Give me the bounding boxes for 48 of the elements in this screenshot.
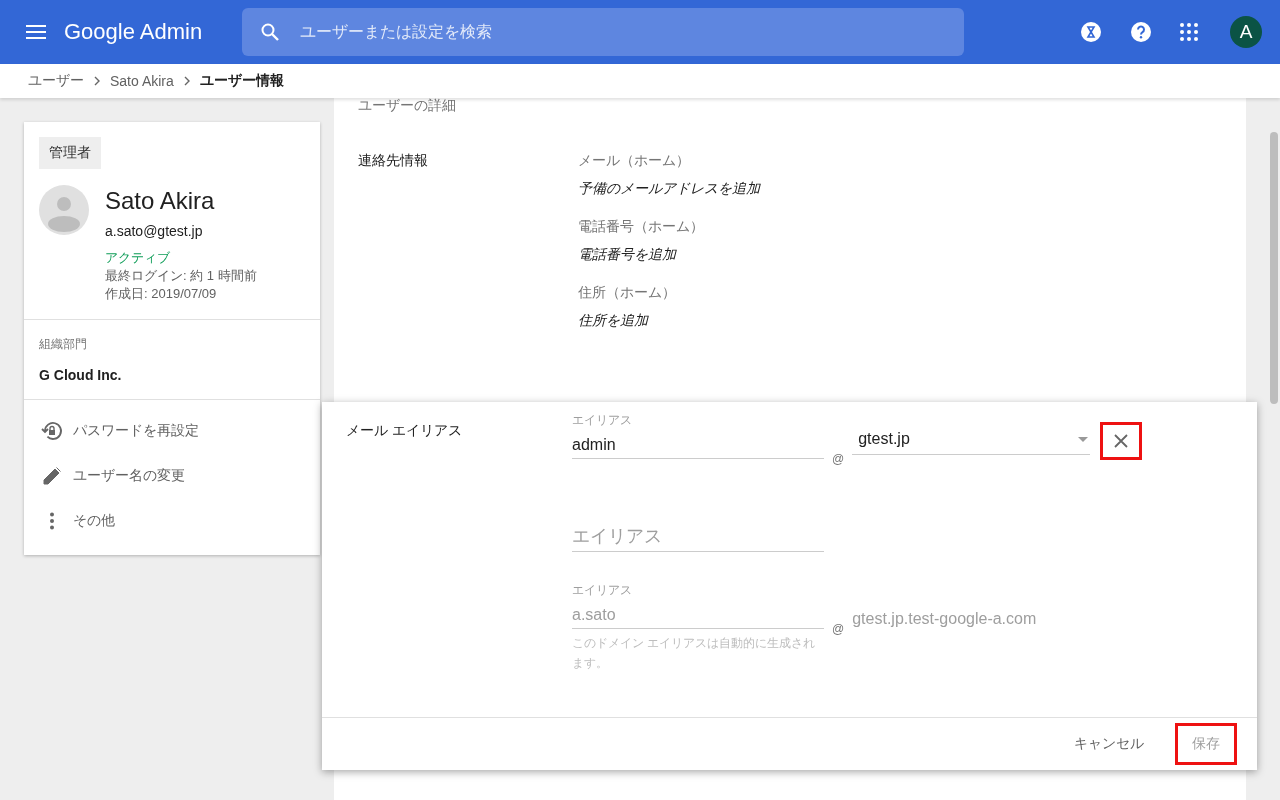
helper-text: このドメイン エイリアスは自動的に生成されます。 [572,635,817,672]
email-alias-label: メール エイリアス [346,422,463,440]
lock-reset-icon [41,419,63,442]
section-title: ユーザーの詳細 [358,98,457,112]
remove-alias-button[interactable] [1100,422,1143,460]
contact-info-label: 連絡先情報 [358,152,429,170]
field-label: メール（ホーム） [578,152,691,170]
action-item[interactable]: ユーザー名の変更 [41,453,320,498]
at-sign: @ [832,452,845,466]
field-label: 電話番号（ホーム） [578,218,705,236]
breadcrumb-link[interactable]: ユーザー [28,72,84,90]
more-vertical-icon [49,511,55,530]
add-field-link[interactable]: 予備のメールアドレスを追加 [578,180,760,198]
alias-input[interactable]: admin [572,428,824,459]
action-item[interactable]: その他 [41,498,320,543]
domain-text: gtest.jp.test-google-a.com [852,610,1037,628]
alias-input: a.sato [572,598,824,629]
domain-dropdown[interactable]: gtest.jp [852,428,1091,455]
action-item[interactable]: パスワードを再設定 [41,408,320,453]
menu-icon[interactable] [26,25,46,39]
close-icon [1114,434,1129,448]
apps-grid-icon[interactable] [1180,23,1198,41]
user-name: Sato Akira [105,186,216,216]
last-login-text: 最終ログイン: 約 1 時間前 [105,267,257,285]
alias-input[interactable]: エイリアス [572,518,824,552]
user-email: a.sato@gtest.jp [105,223,204,239]
status-text: アクティブ [105,249,171,267]
search-field[interactable]: ユーザーまたは設定を検索 [242,8,965,56]
add-field-link[interactable]: 住所を追加 [578,312,760,330]
field-label: エイリアス [572,412,633,428]
pencil-icon [41,465,63,486]
role-badge: 管理者 [39,137,101,169]
org-unit-name: G Cloud Inc. [39,367,123,383]
org-unit-label: 組織部門 [39,336,88,353]
breadcrumb-link[interactable]: Sato Akira [110,73,174,89]
add-field-link[interactable]: 電話番号を追加 [578,246,760,264]
help-icon[interactable] [1130,21,1152,43]
created-date-text: 作成日: 2019/07/09 [105,285,218,303]
hourglass-icon[interactable] [1080,21,1102,43]
account-avatar[interactable]: A [1230,16,1262,48]
chevron-right-icon [183,76,190,86]
app-logo[interactable]: Google Admin [64,19,203,45]
at-sign: @ [832,622,845,636]
chevron-right-icon [94,76,100,86]
dropdown-arrow-icon [1078,436,1089,442]
field-label: エイリアス [572,582,633,598]
field-label: 住所（ホーム） [578,284,677,302]
avatar-silhouette-icon [39,185,89,235]
